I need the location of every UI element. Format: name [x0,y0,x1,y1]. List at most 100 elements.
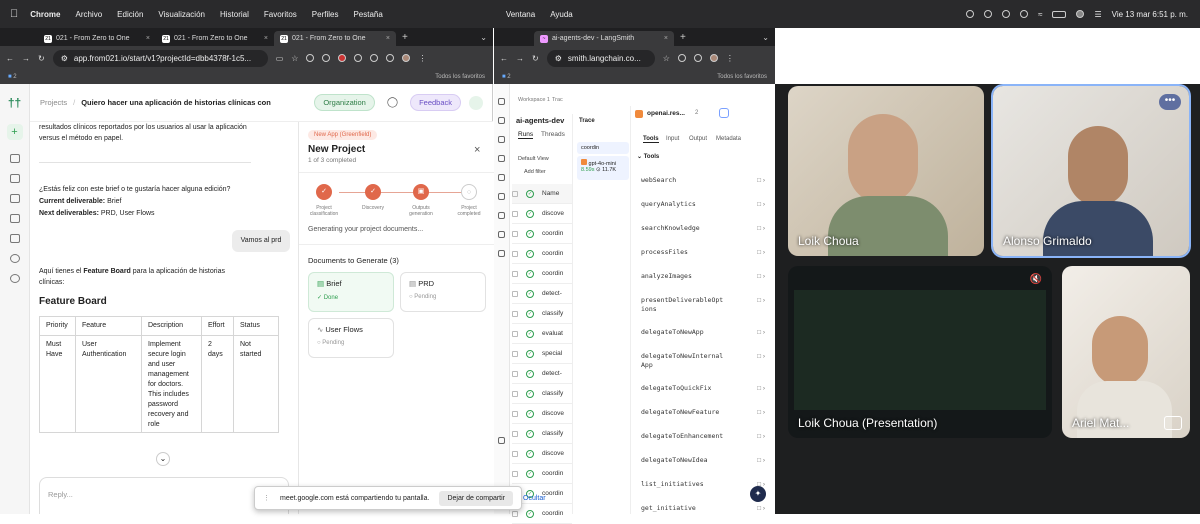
table-row[interactable]: ✓ classify [512,384,572,404]
address-bar[interactable]: ⚙ smith.langchain.co... [546,49,655,67]
menu-ayuda[interactable]: Ayuda [550,10,573,19]
breadcrumb-projects[interactable]: Projects [40,98,67,107]
tool-item[interactable]: queryAnalytics □ › [641,200,771,209]
annotation-icon[interactable] [498,174,505,181]
menu-perfiles[interactable]: Perfiles [312,10,339,19]
extensions-puzzle-icon[interactable] [693,54,702,62]
menu-kebab-icon[interactable]: ⋮ [418,54,426,63]
all-bookmarks[interactable]: Todos los favoritos [717,74,767,80]
clock[interactable]: Vie 13 mar 6:51 p. m. [1112,10,1188,19]
picture-in-picture-icon[interactable] [1164,416,1182,430]
copy-chevron-icon[interactable]: □ › [757,328,765,337]
feedback-button[interactable]: Feedback [410,94,461,111]
clipboard-icon[interactable] [9,234,20,243]
tab-output[interactable]: Output [689,136,707,142]
participant-tile-2[interactable]: ••• Alonso Grimaldo [993,86,1189,256]
tool-item[interactable]: delegateToNewIdea □ › [641,456,771,465]
logo-021[interactable]: †† [0,96,29,110]
breadcrumb-workspace[interactable]: Workspace 1 [518,97,550,103]
integrations-icon[interactable] [9,254,20,263]
extension-icon[interactable] [370,54,379,62]
settings-gear-icon[interactable] [9,274,20,283]
row-checkbox[interactable] [512,350,518,357]
avatar-icon[interactable] [1076,10,1085,18]
doc-card-brief[interactable]: ▤ Brief ✓ Done [308,272,394,312]
cast-icon[interactable]: ▭ [276,54,284,63]
select-all-checkbox[interactable] [512,190,518,197]
row-checkbox[interactable] [512,430,518,437]
tool-item[interactable]: analyzeImages □ › [641,272,771,281]
table-row[interactable]: ✓ coordin [512,224,572,244]
site-info-icon[interactable]: ⚙ [61,54,68,63]
doc-card-prd[interactable]: ▤ PRD ○ Pending [400,272,486,312]
table-row[interactable]: ✓ detect- [512,284,572,304]
extension-icon[interactable] [338,54,347,62]
row-checkbox[interactable] [512,250,518,257]
tool-item[interactable]: delegateToNewApp □ › [641,328,771,337]
extension-icon[interactable] [677,54,686,62]
help-icon[interactable] [498,437,505,444]
hide-button[interactable]: Ocultar [523,495,546,502]
table-row[interactable]: ✓ discove [512,444,572,464]
reload-icon[interactable]: ↻ [38,54,45,63]
tool-item[interactable]: get_initiative □ › [641,504,771,513]
row-checkbox[interactable] [512,230,518,237]
book-icon[interactable] [9,214,20,223]
status-icon[interactable] [984,10,993,18]
close-icon[interactable]: × [146,35,150,42]
tool-item[interactable]: presentDeliverableOptions □ › [641,296,771,314]
projects-icon[interactable] [498,117,505,124]
menu-edicion[interactable]: Edición [117,10,143,19]
table-row[interactable]: ✓ detect- [512,364,572,384]
more-options-icon[interactable]: ••• [1159,94,1181,110]
bookmark-star-icon[interactable]: ☆ [663,54,670,63]
trace-node-llm[interactable]: gpt-4o-mini 8.59s ⊙ 11.7K [577,156,629,180]
tool-item[interactable]: delegateToEnhancement □ › [641,432,771,441]
add-filter-button[interactable]: Add filter [524,169,546,175]
row-checkbox[interactable] [512,330,518,337]
forward-icon[interactable]: → [22,54,30,63]
copy-chevron-icon[interactable]: □ › [757,248,765,257]
table-row[interactable]: ✓ evaluat [512,324,572,344]
status-icon[interactable] [1002,10,1011,18]
bookmarks-folder-icon[interactable]: ■ [8,74,12,80]
tab-threads[interactable]: Threads [541,131,565,138]
row-checkbox[interactable] [512,450,518,457]
settings-icon[interactable] [498,212,505,219]
organization-button[interactable]: Organization [314,94,375,111]
copy-chevron-icon[interactable]: □ › [757,352,765,361]
tab-metadata[interactable]: Metadata [716,136,741,142]
reload-icon[interactable]: ↻ [532,54,539,63]
row-checkbox[interactable] [512,390,518,397]
breadcrumb-trace[interactable]: Trac [552,97,563,103]
bookmarks-count[interactable]: 2 [13,74,16,80]
table-row[interactable]: ✓ discove [512,404,572,424]
menu-favoritos[interactable]: Favoritos [264,10,297,19]
participant-tile-presentation[interactable]: 🔇 Loik Choua (Presentation) [788,266,1052,438]
table-row[interactable]: ✓ coordin [512,244,572,264]
copy-chevron-icon[interactable]: □ › [757,200,765,209]
all-bookmarks[interactable]: Todos los favoritos [435,74,485,80]
deploy-icon[interactable] [498,250,505,257]
bookmark-star-icon[interactable]: ☆ [291,54,298,63]
copy-chevron-icon[interactable]: □ › [757,408,765,417]
default-view-select[interactable]: Default View [518,156,549,162]
extension-icon[interactable] [306,54,315,62]
table-row[interactable]: ✓ special [512,344,572,364]
tool-item[interactable]: delegateToQuickFix □ › [641,384,771,393]
table-row[interactable]: ✓ coordin [512,464,572,484]
close-icon[interactable]: × [474,144,480,156]
dashboard-icon[interactable] [9,154,20,163]
row-checkbox[interactable] [512,310,518,317]
row-checkbox[interactable] [512,370,518,377]
expand-icon[interactable] [719,108,729,118]
close-icon[interactable]: × [664,35,668,42]
tool-item[interactable]: searchKnowledge □ › [641,224,771,233]
table-row[interactable]: ✓ discove [512,204,572,224]
copy-chevron-icon[interactable]: □ › [757,296,765,305]
document-icon[interactable] [9,194,20,203]
stop-sharing-button[interactable]: Dejar de compartir [439,490,514,506]
profile-avatar[interactable] [402,54,411,62]
tab-search-icon[interactable]: ⌄ [762,33,769,42]
monitor-icon[interactable] [498,231,505,238]
